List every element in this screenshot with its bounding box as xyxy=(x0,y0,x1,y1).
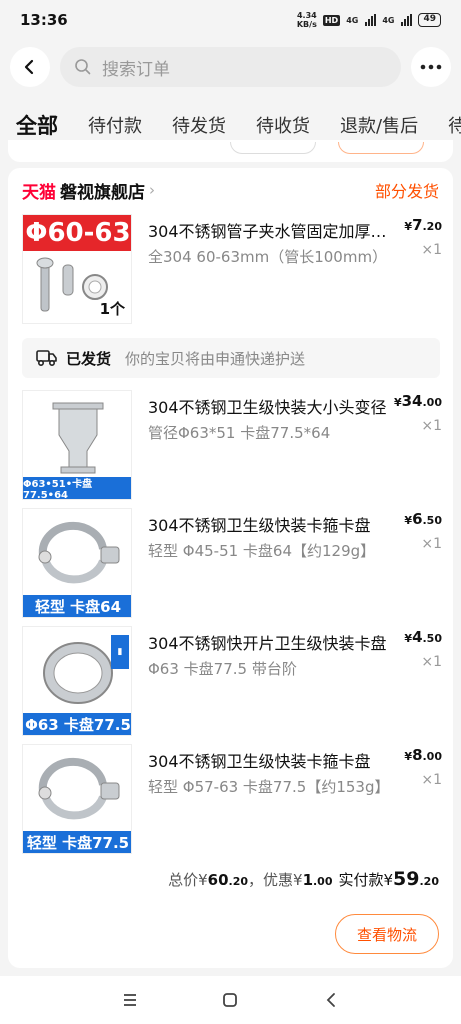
signal-icon xyxy=(401,14,413,26)
item-spec: 管径Φ63*51 卡盘77.5*64 xyxy=(148,424,331,442)
item-spec: 轻型 Φ45-51 卡盘64【约129g】 xyxy=(148,542,376,560)
item-spec: 全304 60-63mm（管长100mm） xyxy=(148,248,388,266)
order-item[interactable]: Φ60-63 1个 304不锈钢管子夹水管固定加厚卡箍 全304 60-63mm… xyxy=(22,214,442,324)
paid-amount-decimal: .20 xyxy=(419,875,440,888)
total-amount-decimal: .20 xyxy=(228,875,249,888)
tab-all[interactable]: 全部 xyxy=(16,110,58,140)
more-dots-icon xyxy=(420,64,442,70)
total-amount: 60 xyxy=(207,871,229,889)
signal-icon xyxy=(365,14,377,26)
order-item[interactable]: ▮ Φ63 卡盘77.5 304不锈钢快开片卫生级快装卡盘 Φ63 卡盘77.5… xyxy=(22,626,442,736)
home-button[interactable] xyxy=(210,980,250,1020)
order-status: 部分发货 xyxy=(374,182,439,201)
item-title: 304不锈钢卫生级快装卡箍卡盘 xyxy=(148,752,371,771)
item-quantity: ×1 xyxy=(421,654,442,670)
item-title: 304不锈钢卫生级快装大小头变径 xyxy=(148,398,387,417)
discount-label: ，优惠¥ xyxy=(248,871,303,889)
tab-pending-shipment[interactable]: 待发货 xyxy=(172,112,226,138)
step-badge: ▮ xyxy=(111,635,129,669)
previous-card-button[interactable] xyxy=(230,142,316,154)
item-spec: 轻型 Φ57-63 卡盘77.5【约153g】 xyxy=(148,778,390,796)
shop-header[interactable]: 天猫 磐视旗舰店 › 部分发货 xyxy=(22,178,439,203)
system-back-button[interactable] xyxy=(311,980,351,1020)
clamp-icon xyxy=(38,757,120,820)
order-item[interactable]: 轻型 卡盘77.5 304不锈钢卫生级快装卡箍卡盘 轻型 Φ57-63 卡盘77… xyxy=(22,744,442,854)
item-price: ¥34.00 xyxy=(393,392,442,410)
network-type-2: 4G xyxy=(382,15,395,25)
thumb-label: Φ60-63 xyxy=(23,215,131,251)
status-time: 13:36 xyxy=(20,11,68,29)
tab-pending-review[interactable]: 待评价 xyxy=(448,112,461,138)
thumb-sub: 1个 xyxy=(99,300,125,318)
order-card: 天猫 磐视旗舰店 › 部分发货 Φ60-63 1个 304不锈钢管子夹水管固定加… xyxy=(8,168,453,968)
more-button[interactable] xyxy=(411,47,451,87)
network-speed: 4.34 KB/s xyxy=(296,11,317,29)
reducer-icon xyxy=(52,402,104,474)
hd-icon: HD xyxy=(322,14,341,26)
network-type-1: 4G xyxy=(346,15,359,25)
item-title: 304不锈钢快开片卫生级快装卡盘 xyxy=(148,634,387,653)
previous-card-button[interactable] xyxy=(338,142,424,154)
thumb-label: 轻型 卡盘77.5 xyxy=(23,831,131,853)
status-bar: 13:36 4.34 KB/s HD 4G 4G 49 xyxy=(0,0,461,40)
item-price: ¥8.00 xyxy=(404,746,442,764)
back-button[interactable] xyxy=(10,47,50,87)
item-quantity: ×1 xyxy=(421,242,442,258)
product-thumbnail: 轻型 卡盘64 xyxy=(22,508,132,618)
item-price: ¥4.50 xyxy=(404,628,442,646)
back-arrow-icon xyxy=(24,59,34,75)
ferrule-icon xyxy=(43,642,113,704)
item-price: ¥6.50 xyxy=(404,510,442,528)
shop-name: 磐视旗舰店 xyxy=(60,182,145,203)
tmall-logo: 天猫 xyxy=(22,182,56,203)
recent-apps-button[interactable] xyxy=(110,980,150,1020)
status-icons: 4.34 KB/s HD 4G 4G 49 xyxy=(297,11,441,29)
chevron-right-icon: › xyxy=(149,181,155,199)
home-square-icon xyxy=(223,993,238,1007)
product-thumbnail: 轻型 卡盘77.5 xyxy=(22,744,132,854)
clamp-icon xyxy=(38,521,120,584)
shipping-banner[interactable]: 已发货 你的宝贝将由申通快递护送 xyxy=(22,338,440,378)
product-thumbnail: Φ63•51•卡盘77.5•64 xyxy=(22,390,132,500)
total-label: 总价¥ xyxy=(168,871,208,889)
order-totals: 总价¥ 60 .20 ，优惠¥ 1 .00 实付款¥ 59 .20 xyxy=(168,868,439,890)
item-quantity: ×1 xyxy=(421,772,442,788)
discount-amount-decimal: .00 xyxy=(313,875,333,888)
item-spec: Φ63 卡盘77.5 带台阶 xyxy=(148,660,297,678)
item-quantity: ×1 xyxy=(421,536,442,552)
discount-amount: 1 xyxy=(302,871,313,889)
order-item[interactable]: 轻型 卡盘64 304不锈钢卫生级快装卡箍卡盘 轻型 Φ45-51 卡盘64【约… xyxy=(22,508,442,618)
battery-icon: 49 xyxy=(418,13,441,27)
item-price: ¥7.20 xyxy=(404,216,442,234)
thumb-label: Φ63•51•卡盘77.5•64 xyxy=(23,477,131,499)
thumb-label: 轻型 卡盘64 xyxy=(23,595,131,617)
paid-amount: 59 xyxy=(393,868,420,890)
search-icon xyxy=(75,59,91,75)
product-thumbnail: Φ60-63 1个 xyxy=(22,214,132,324)
truck-icon xyxy=(36,350,57,367)
item-title: 304不锈钢卫生级快装卡箍卡盘 xyxy=(148,516,371,535)
order-item[interactable]: Φ63•51•卡盘77.5•64 304不锈钢卫生级快装大小头变径 管径Φ63*… xyxy=(22,390,442,500)
search-placeholder: 搜索订单 xyxy=(102,59,170,80)
back-triangle-icon xyxy=(326,993,335,1007)
shipping-status: 已发货 xyxy=(66,349,112,368)
tab-pending-receipt[interactable]: 待收货 xyxy=(256,112,310,138)
search-input[interactable]: 搜索订单 xyxy=(60,47,401,87)
shipping-description: 你的宝贝将由申通快递护送 xyxy=(125,349,306,368)
thumb-label: Φ63 卡盘77.5 xyxy=(23,713,131,735)
item-title: 304不锈钢管子夹水管固定加厚卡箍 xyxy=(148,222,388,241)
item-quantity: ×1 xyxy=(421,418,442,434)
product-thumbnail: ▮ Φ63 卡盘77.5 xyxy=(22,626,132,736)
view-logistics-button[interactable]: 查看物流 xyxy=(335,914,439,954)
menu-icon xyxy=(124,994,137,1006)
top-bar: 搜索订单 xyxy=(0,44,461,90)
system-nav-bar xyxy=(0,976,461,1024)
paid-label: 实付款¥ xyxy=(338,871,394,889)
tab-refund[interactable]: 退款/售后 xyxy=(340,112,418,138)
tab-pending-payment[interactable]: 待付款 xyxy=(88,112,142,138)
